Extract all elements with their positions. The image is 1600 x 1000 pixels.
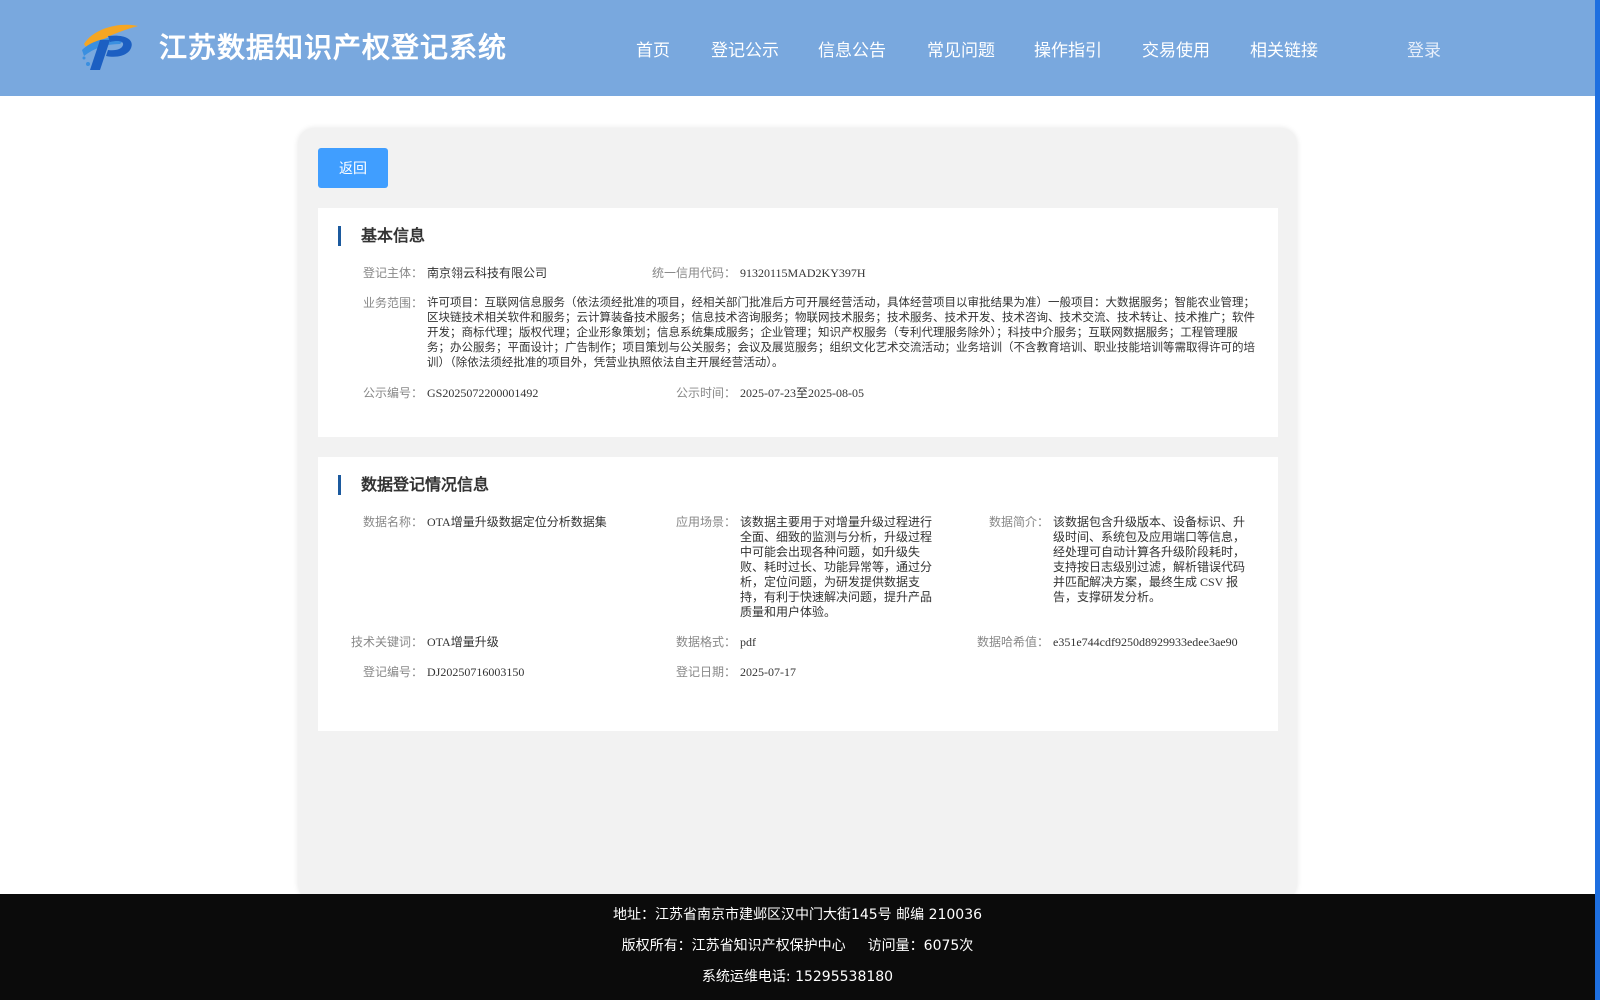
intro-value: 该数据包含升级版本、设备标识、升级时间、系统包及应用端口等信息，经处理可自动计算… xyxy=(1053,515,1246,604)
data-name-value: OTA增量升级数据定位分析数据集 xyxy=(427,515,607,529)
format-label: 数据格式： xyxy=(675,635,736,649)
subject-label: 登记主体： xyxy=(362,266,423,280)
keyword-label: 技术关键词： xyxy=(350,635,423,649)
nav-info-announcement[interactable]: 信息公告 xyxy=(818,36,886,61)
data-registration-section: 数据登记情况信息 数据名称： OTA增量升级数据定位分析数据集 应用场景： 该数… xyxy=(318,457,1278,731)
nav-faq[interactable]: 常见问题 xyxy=(927,36,995,61)
nav-operation-guide[interactable]: 操作指引 xyxy=(1034,36,1102,61)
subject-value: 南京翎云科技有限公司 xyxy=(427,266,548,280)
publicity-time-label: 公示时间： xyxy=(675,386,736,400)
footer-phone: 系统运维电话: 15295538180 xyxy=(701,969,894,985)
basic-info-title: 基本信息 xyxy=(338,226,425,246)
reg-no-label: 登记编号： xyxy=(362,665,423,679)
hash-value: e351e744cdf9250d8929933edee3ae90 xyxy=(1053,635,1238,649)
credit-code-value: 91320115MAD2KY397H xyxy=(740,266,866,280)
basic-info-section: 基本信息 登记主体： 南京翎云科技有限公司 统一信用代码： 91320115MA… xyxy=(318,208,1278,437)
nav-registration-publicity[interactable]: 登记公示 xyxy=(711,36,779,61)
hash-label: 数据哈希值： xyxy=(976,635,1049,649)
reg-date-label: 登记日期： xyxy=(675,665,736,679)
footer-address: 地址：江苏省南京市建邺区汉中门大街145号 邮编 210036 xyxy=(612,907,983,923)
format-value: pdf xyxy=(740,635,756,649)
site-logo xyxy=(82,24,138,70)
credit-code-label: 统一信用代码： xyxy=(651,266,736,280)
site-footer: 地址：江苏省南京市建邺区汉中门大街145号 邮编 210036 版权所有：江苏省… xyxy=(0,894,1595,1000)
data-registration-title: 数据登记情况信息 xyxy=(338,475,489,495)
intro-label: 数据简介： xyxy=(988,515,1049,529)
footer-copyright-line: 版权所有：江苏省知识产权保护中心 访问量：6075次 xyxy=(0,935,1595,955)
scope-value: 许可项目：互联网信息服务（依法须经批准的项目，经相关部门批准后方可开展经营活动，… xyxy=(427,297,1255,369)
reg-no-value: DJ20250716003150 xyxy=(427,665,525,679)
login-link[interactable]: 登录 xyxy=(1407,36,1441,61)
scope-label: 业务范围： xyxy=(362,296,423,310)
footer-copyright: 版权所有：江苏省知识产权保护中心 xyxy=(621,938,846,954)
reg-date-value: 2025-07-17 xyxy=(740,665,796,679)
footer-visits: 访问量：6075次 xyxy=(867,938,974,954)
scene-label: 应用场景： xyxy=(675,515,736,529)
keyword-value: OTA增量升级 xyxy=(427,635,499,649)
nav-trading-use[interactable]: 交易使用 xyxy=(1142,36,1210,61)
publicity-no-label: 公示编号： xyxy=(362,386,423,400)
scene-value: 该数据主要用于对增量升级过程进行全面、细致的监测与分析，升级过程中可能会出现各种… xyxy=(740,515,933,619)
site-header: 江苏数据知识产权登记系统 首页 登记公示 信息公告 常见问题 操作指引 交易使用… xyxy=(0,0,1595,96)
nav-home[interactable]: 首页 xyxy=(636,36,670,61)
publicity-time-value: 2025-07-23至2025-08-05 xyxy=(740,386,864,400)
site-title: 江苏数据知识产权登记系统 xyxy=(159,31,508,64)
nav-related-links[interactable]: 相关链接 xyxy=(1250,36,1318,61)
data-name-label: 数据名称： xyxy=(362,515,423,529)
publicity-no-value: GS2025072200001492 xyxy=(427,386,539,400)
back-button[interactable]: 返回 xyxy=(318,148,388,188)
right-edge-bar xyxy=(1595,0,1600,1000)
